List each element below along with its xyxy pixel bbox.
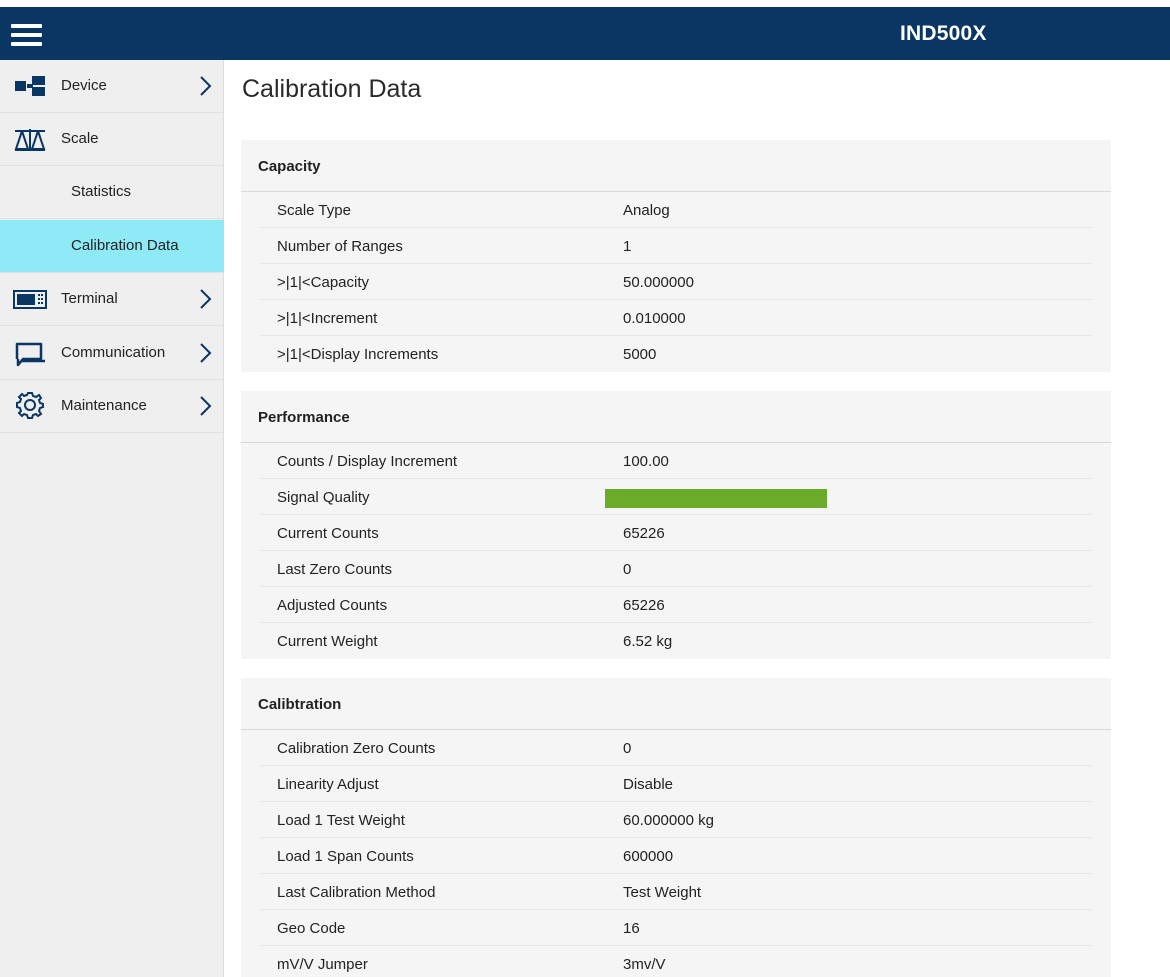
table-row: >|1|<Capacity 50.000000 [260, 264, 1092, 300]
row-label: Scale Type [277, 202, 351, 219]
table-row: Current Counts 65226 [260, 515, 1092, 551]
row-value: 0.010000 [623, 310, 686, 327]
row-label: Current Weight [277, 633, 378, 650]
page-title: Calibration Data [242, 75, 422, 103]
row-value: 60.000000 kg [623, 812, 714, 829]
row-value: 16 [623, 920, 640, 937]
sidebar-item-scale[interactable]: Scale [0, 113, 224, 166]
hamburger-menu-icon[interactable] [11, 24, 42, 46]
sidebar-item-label: Calibration Data [71, 237, 179, 254]
sidebar-item-statistics[interactable]: Statistics [0, 166, 224, 219]
table-row: Last Zero Counts 0 [260, 551, 1092, 587]
app-title: IND500X [900, 22, 987, 45]
row-label: Number of Ranges [277, 238, 403, 255]
section-performance: Performance Counts / Display Increment 10… [241, 391, 1111, 659]
row-value: 6.52 kg [623, 633, 673, 650]
chevron-right-icon [200, 343, 212, 363]
main-content: Calibration Data Capacity Scale Type Anal… [224, 60, 1170, 977]
row-value: 3mv/V [623, 956, 666, 973]
row-value: 0 [623, 561, 632, 578]
section-capacity: Capacity Scale Type Analog Number of Rang… [241, 140, 1111, 372]
table-row: Geo Code 16 [260, 910, 1092, 946]
table-row: Last Calibration Method Test Weight [260, 874, 1092, 910]
section-title: Calibtration [258, 696, 342, 713]
row-value: 65226 [623, 525, 665, 542]
table-row: mV/V Jumper 3mv/V [260, 946, 1092, 977]
row-value: 50.000000 [623, 274, 694, 291]
table-row: Calibration Zero Counts 0 [260, 730, 1092, 766]
sidebar-item-label: Scale [61, 130, 99, 147]
communication-icon [15, 342, 45, 367]
row-value: 600000 [623, 848, 674, 865]
row-label: Last Calibration Method [277, 884, 436, 901]
row-label: Linearity Adjust [277, 776, 379, 793]
section-header: Performance [241, 391, 1111, 443]
table-row: Adjusted Counts 65226 [260, 587, 1092, 623]
row-label: mV/V Jumper [277, 956, 368, 973]
chevron-right-icon [200, 396, 212, 416]
sidebar-item-label: Terminal [61, 290, 118, 307]
row-label: Signal Quality [277, 489, 370, 506]
table-row: Load 1 Span Counts 600000 [260, 838, 1092, 874]
row-value: Disable [623, 776, 674, 793]
row-value: 5000 [623, 346, 657, 363]
row-value: 0 [623, 740, 632, 757]
chevron-right-icon [200, 289, 212, 309]
row-label: Adjusted Counts [277, 597, 388, 614]
sidebar-item-communication[interactable]: Communication [0, 327, 224, 380]
table-row: Load 1 Test Weight 60.000000 kg [260, 802, 1092, 838]
row-value: 65226 [623, 597, 665, 614]
section-header: Capacity [241, 140, 1111, 192]
section-calibration: Calibtration Calibration Zero Counts 0 Li… [241, 678, 1111, 977]
sidebar: Device Scale Statistics Calibration Data [0, 60, 224, 977]
gear-icon [16, 392, 44, 419]
sidebar-item-terminal[interactable]: Terminal [0, 273, 224, 326]
chevron-right-icon [200, 76, 212, 96]
row-label: >|1|<Increment [277, 310, 378, 327]
row-value: Test Weight [623, 884, 702, 901]
sidebar-item-label: Device [61, 77, 107, 94]
sidebar-item-calibration-data[interactable]: Calibration Data [0, 220, 224, 273]
sidebar-item-label: Communication [61, 344, 166, 361]
table-row: Signal Quality [260, 479, 1092, 515]
row-label: Geo Code [277, 920, 346, 937]
terminal-icon [13, 290, 47, 309]
sidebar-item-device[interactable]: Device [0, 60, 224, 113]
row-value: 1 [623, 238, 632, 255]
table-row: Counts / Display Increment 100.00 [260, 443, 1092, 479]
sidebar-item-label: Statistics [71, 183, 132, 200]
sidebar-item-maintenance[interactable]: Maintenance [0, 380, 224, 433]
table-row: Linearity Adjust Disable [260, 766, 1092, 802]
signal-quality-bar [605, 489, 827, 508]
sidebar-item-label: Maintenance [61, 397, 147, 414]
row-label: Load 1 Test Weight [277, 812, 405, 829]
row-label: Load 1 Span Counts [277, 848, 414, 865]
scale-icon [14, 129, 46, 151]
table-row: Number of Ranges 1 [260, 228, 1092, 264]
table-row: Current Weight 6.52 kg [260, 623, 1092, 659]
row-label: Counts / Display Increment [277, 453, 458, 470]
section-header: Calibtration [241, 678, 1111, 730]
device-icon [15, 76, 45, 96]
table-row: >|1|<Increment 0.010000 [260, 300, 1092, 336]
section-title: Performance [258, 409, 350, 426]
table-row: Scale Type Analog [260, 192, 1092, 228]
table-row: >|1|<Display Increments 5000 [260, 336, 1092, 372]
row-label: Calibration Zero Counts [277, 740, 436, 757]
row-label: >|1|<Capacity [277, 274, 370, 291]
row-value: 100.00 [623, 453, 669, 470]
top-bar: IND500X [0, 7, 1170, 60]
section-title: Capacity [258, 158, 321, 175]
row-label: >|1|<Display Increments [277, 346, 439, 363]
row-value: Analog [623, 202, 670, 219]
row-label: Last Zero Counts [277, 561, 393, 578]
row-label: Current Counts [277, 525, 379, 542]
